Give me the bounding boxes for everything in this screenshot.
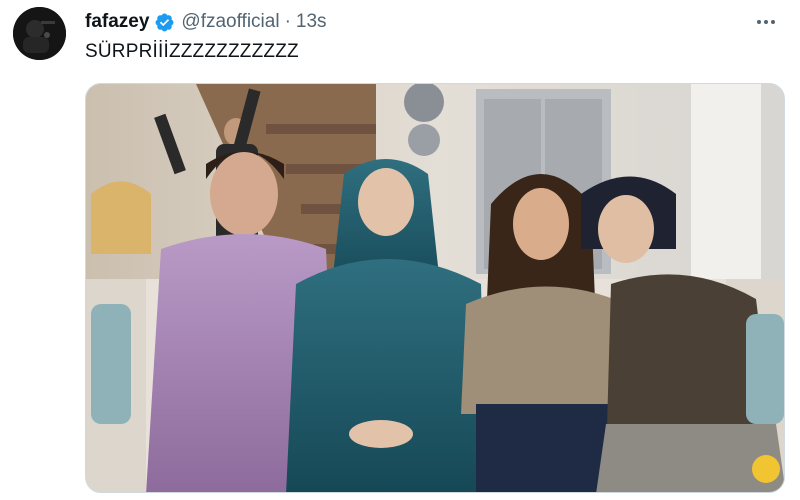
header-separator: · [284,11,291,32]
photo-illustration [86,84,784,492]
tweet-media-photo[interactable] [85,83,785,493]
author-avatar[interactable] [13,7,66,60]
more-options-icon[interactable] [752,13,780,31]
more-dot [757,20,761,24]
tweet-header: fafazey @fzaofficial · 13s [85,10,327,34]
more-dot [771,20,775,24]
author-handle[interactable]: @fzaofficial [181,11,279,33]
more-dot [764,20,768,24]
tweet-timestamp[interactable]: 13s [296,11,327,33]
tweet-text: SÜRPRİİİZZZZZZZZZZZ [85,41,299,62]
tweet-card[interactable]: fafazey @fzaofficial · 13s SÜRPRİİİZZZZZ… [0,0,800,500]
verified-badge-icon [154,12,175,33]
author-display-name[interactable]: fafazey [85,11,149,33]
